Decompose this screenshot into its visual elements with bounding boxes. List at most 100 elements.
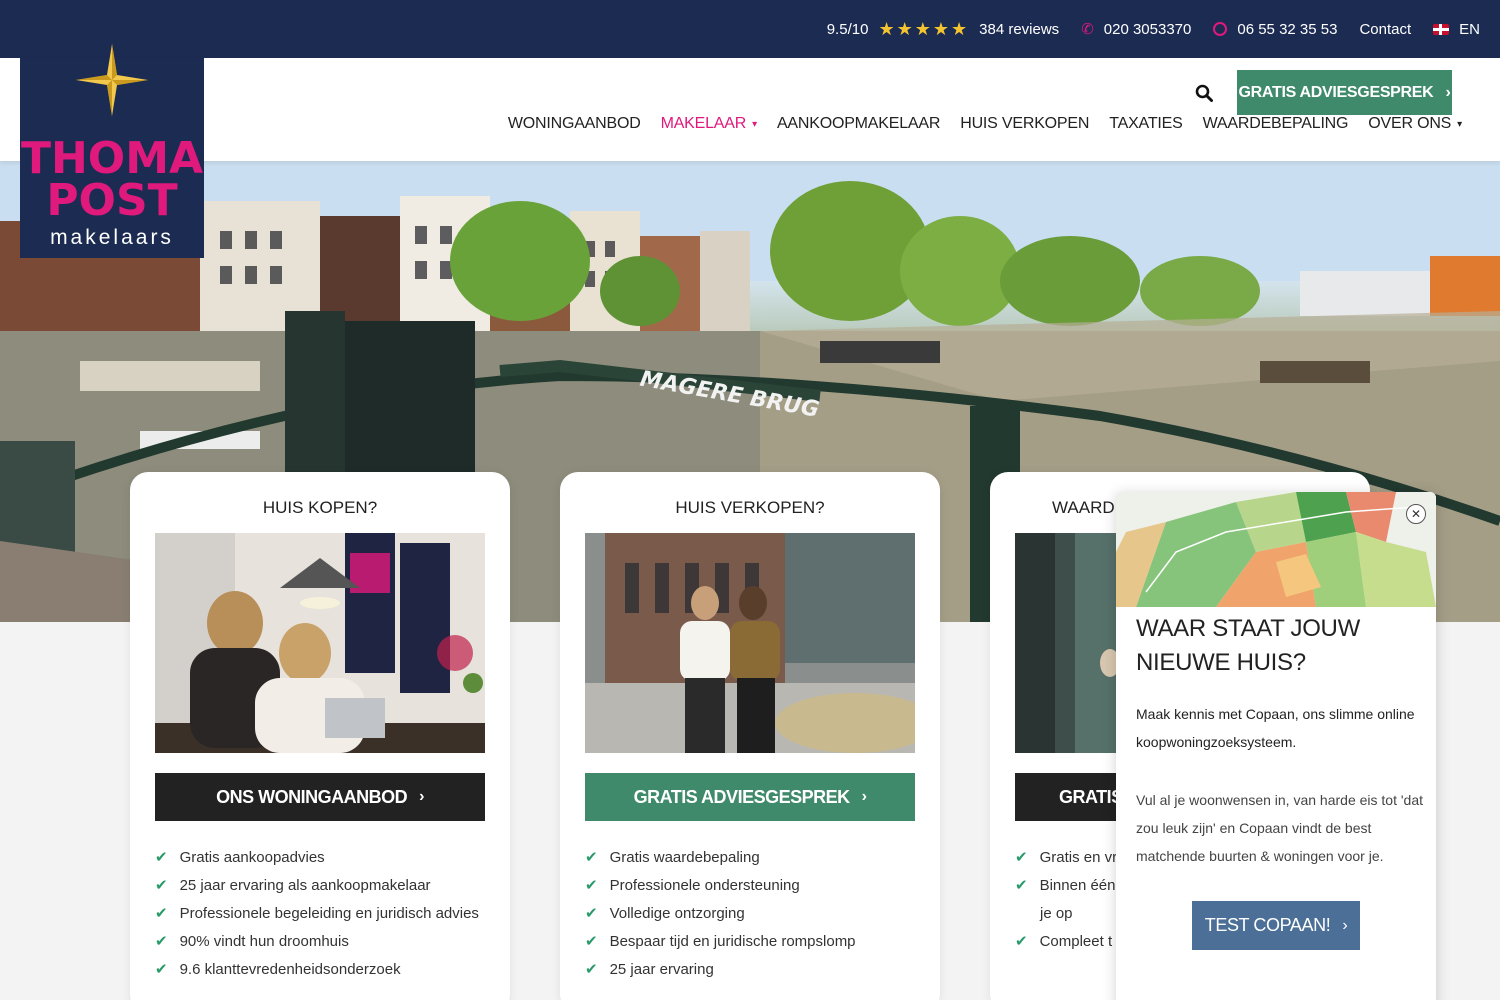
popup-body: Vul al je woonwensen in, van harde eis t… (1136, 792, 1423, 864)
star-icon: ★ (932, 19, 949, 39)
list-item-text: Gratis en vri (1039, 848, 1121, 866)
whatsapp-link[interactable]: 06 55 32 35 53 (1213, 21, 1337, 38)
list-item: ✔ Professionele ondersteuning (585, 871, 856, 899)
list-item-text: Volledige ontzorging (609, 904, 745, 922)
nav-item-label: OVER ONS (1368, 115, 1452, 132)
nav-item-woningaanbod[interactable]: WONINGAANBOD (508, 115, 641, 133)
list-item: ✔ 25 jaar ervaring als aankoopmakelaar (155, 871, 479, 899)
card-title: HUIS VERKOPEN? (675, 498, 825, 517)
list-item: ✔ Gratis waardebepaling (585, 843, 856, 871)
check-icon: ✔ (1015, 877, 1028, 894)
logo-word-post: POST (46, 175, 178, 226)
list-item-text: 9.6 klanttevredenheidsonderzoek (179, 960, 401, 978)
star-icon: ★ (878, 19, 895, 39)
check-icon: ✔ (1015, 849, 1028, 866)
check-icon: ✔ (155, 849, 168, 866)
phone-icon: ✆ (1081, 21, 1094, 38)
popup-lead: Maak kennis met Copaan, ons slimme onlin… (1136, 706, 1415, 750)
free-consultation-button[interactable]: GRATIS ADVIESGESPREK › (1237, 70, 1452, 115)
phone-number: 020 3053370 (1103, 20, 1192, 38)
nav-item-label: MAKELAAR (660, 115, 747, 132)
free-consultation-card-label: GRATIS ADVIESGESPREK (633, 786, 851, 807)
chevron-right-icon: › (861, 788, 867, 805)
list-item: ✔ Bespaar tijd en juridische rompslomp (585, 927, 856, 955)
popup-title: WAAR STAAT JOUW NIEUWE HUIS? (1136, 615, 1360, 676)
list-item-text: Professionele ondersteuning (609, 876, 800, 894)
chevron-right-icon: › (419, 788, 424, 805)
logo-word-thoma: THOMA (20, 133, 204, 184)
list-item: ✔ Binnen één (1015, 871, 1120, 899)
language-switch[interactable]: EN (1433, 21, 1480, 38)
list-item: ✔ Compleet t (1015, 927, 1120, 955)
test-copaan-label: TEST COPAAN! (1204, 915, 1331, 935)
reviews-count: 384 reviews (979, 20, 1060, 38)
contact-link[interactable]: Contact (1359, 21, 1411, 38)
chevron-down-icon: ▾ (752, 118, 757, 130)
card-sell-house: HUIS VERKOPEN? GRATIS ADVIESGESPREK › ✔ G… (560, 472, 940, 1000)
list-item: ✔ Gratis en vri (1015, 843, 1120, 871)
check-icon: ✔ (155, 905, 168, 922)
list-item-text: Binnen één (1039, 876, 1116, 894)
card-title: HUIS KOPEN? (262, 498, 378, 517)
star-icon: ★ (914, 19, 931, 39)
star-icon: ★ (896, 19, 913, 39)
star-icon: ★ (951, 19, 968, 39)
our-listings-button[interactable]: ONS WONINGAANBOD › (155, 773, 485, 821)
list-item-text: 90% vindt hun droomhuis (179, 932, 349, 950)
chevron-right-icon: › (1445, 83, 1451, 101)
our-listings-label: ONS WONINGAANBOD (216, 786, 408, 807)
nav-item-waardebepaling[interactable]: WAARDEBEPALING (1203, 115, 1349, 133)
list-item-text: je op (1040, 904, 1073, 922)
check-icon: ✔ (585, 905, 598, 922)
check-icon: ✔ (155, 961, 168, 978)
nav-item-over-ons[interactable]: OVER ONS ▾ (1368, 115, 1462, 133)
neighborhood-map-image: ✕ (1116, 492, 1436, 607)
test-copaan-button[interactable]: TEST COPAAN! › (1192, 901, 1360, 950)
whatsapp-icon (1213, 22, 1228, 36)
chevron-right-icon: › (1342, 916, 1348, 934)
list-item-text: Bespaar tijd en juridische rompslomp (609, 932, 856, 950)
nav-item-makelaar[interactable]: MAKELAAR ▾ (660, 115, 758, 133)
list-item: ✔ 90% vindt hun droomhuis (155, 927, 479, 955)
rating-widget[interactable]: 9.5/10 ★ ★ ★ ★ ★ 384 reviews (827, 20, 1059, 38)
top-bar: 9.5/10 ★ ★ ★ ★ ★ 384 reviews ✆ 020 30533… (0, 0, 1500, 58)
list-item: ✔ Volledige ontzorging (585, 899, 856, 927)
check-icon: ✔ (1015, 933, 1028, 950)
logo-star-icon (76, 44, 148, 116)
list-item: ✔ 9.6 klanttevredenheidsonderzoek (155, 955, 479, 983)
rating-score: 9.5/10 (826, 20, 869, 38)
card-buy-house: HUIS KOPEN? ONS WONINGAANBOD › ✔ Gratis a… (130, 472, 510, 1000)
check-icon: ✔ (585, 849, 598, 866)
list-item-text: Compleet t (1039, 932, 1113, 950)
benefit-list: ✔ Gratis en vri ✔ Binnen één je op ✔ Comple… (1015, 843, 1120, 955)
top-bar-info: 9.5/10 ★ ★ ★ ★ ★ 384 reviews ✆ 020 30533… (805, 0, 1480, 58)
list-item-text: 25 jaar ervaring als aankoopmakelaar (179, 876, 431, 894)
uk-flag-icon (1433, 23, 1450, 35)
rating-stars: ★ ★ ★ ★ ★ (878, 20, 969, 38)
list-item-text: Professionele begeleiding en juridisch a… (179, 904, 479, 922)
nav-item-huis-verkopen[interactable]: HUIS VERKOPEN (960, 115, 1089, 133)
card-photo-sell (585, 533, 915, 753)
list-item: je op (1015, 899, 1120, 927)
free-consultation-label: GRATIS ADVIESGESPREK (1238, 83, 1434, 101)
list-item: ✔ Professionele begeleiding en juridisch … (155, 899, 479, 927)
nav-item-taxaties[interactable]: TAXATIES (1109, 115, 1183, 133)
check-icon: ✔ (155, 933, 168, 950)
check-icon: ✔ (585, 933, 598, 950)
main-nav: WONINGAANBOD MAKELAAR ▾ AANKOOPMAKELAAR … (488, 115, 1462, 133)
free-consultation-card-button[interactable]: GRATIS ADVIESGESPREK › (585, 773, 915, 821)
free-valuation-label: GRATIS (1059, 786, 1123, 807)
nav-item-aankoopmakelaar[interactable]: AANKOOPMAKELAAR (777, 115, 940, 133)
phone-link[interactable]: ✆ 020 3053370 (1081, 20, 1192, 39)
close-icon[interactable]: ✕ (1406, 504, 1426, 524)
copaan-popup: ✕ WAAR STAAT JOUW NIEUWE HUIS? Maak kenn… (1116, 492, 1436, 1000)
site-logo[interactable]: THOMA POST makelaars (20, 44, 204, 258)
check-icon: ✔ (585, 961, 598, 978)
list-item-text: Gratis aankoopadvies (179, 848, 325, 866)
benefit-list: ✔ Gratis waardebepaling ✔ Professionele on… (585, 843, 856, 983)
logo-word-makelaars: makelaars (50, 226, 174, 249)
list-item-text: Gratis waardebepaling (609, 848, 760, 866)
language-label: EN (1459, 20, 1480, 38)
search-icon[interactable] (1195, 84, 1213, 102)
list-item: ✔ 25 jaar ervaring (585, 955, 856, 983)
